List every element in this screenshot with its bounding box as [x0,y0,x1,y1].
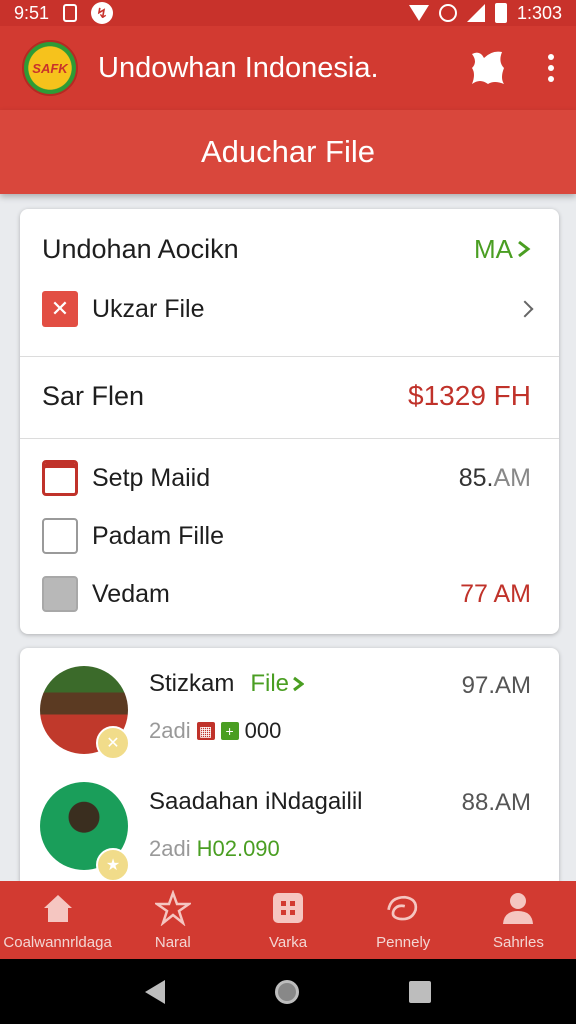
calendar-checkbox[interactable] [42,460,78,496]
recent-apps-icon[interactable] [409,980,431,1003]
person-icon [503,892,534,924]
battery-icon [494,3,507,23]
chevron-right-icon [518,240,531,258]
list-item[interactable]: Vedam 77 AM [20,575,559,613]
chat-subtitle: 2adi H02.090 [149,836,280,861]
alarm-icon [438,4,457,22]
item-time: 85.AM [458,463,531,492]
item-label: Padam Fille [92,521,224,550]
nav-item-varka[interactable]: Varka [230,881,345,959]
grid-icon [273,892,303,923]
file-row-label: Ukzar File [92,294,205,323]
chevron-right-icon [516,300,534,318]
chat-name: Stizkam [149,670,235,697]
nav-label: Coalwannrldaga [3,933,112,951]
bottom-nav: Coalwannrldaga Naral Varka Pennely Sahrl… [0,881,576,959]
list-item[interactable]: Padam Fille [20,517,559,555]
more-options-icon[interactable] [548,54,554,82]
list-item[interactable]: Setp Maiid 85.AM [20,459,559,497]
app-logo: SAFK [22,40,78,96]
checkbox[interactable] [42,518,78,554]
nav-label: Varka [268,933,308,951]
chat-name: Saadahan iNdagailil [149,788,363,815]
puzzle-icon[interactable] [468,48,508,88]
summary-row: Sar Flen $1329 FH [20,376,559,416]
status-time: 9:51 [14,2,50,23]
home-button-icon[interactable] [275,979,299,1004]
nav-item-home[interactable]: Coalwannrldaga [0,881,115,959]
app-bar: SAFK Undowhan Indonesia. [0,26,576,110]
star-badge-icon: ★ [96,848,130,882]
home-icon [43,894,72,922]
nav-label: Pennely [376,933,431,951]
sim-icon [63,4,78,22]
summary-value: $1329 FH [408,380,531,411]
nav-label: Naral [154,933,191,951]
swirl-icon [387,895,418,920]
chat-list: ✕ Stizkam File 97.AM 2adi ▦ + 000 ★ Saad… [20,648,559,888]
wifi-icon [408,5,429,21]
card-action-link[interactable]: MA [474,234,531,265]
nav-item-pennely[interactable]: Pennely [346,881,461,959]
star-icon [154,889,191,926]
chat-time: 97.AM [461,672,531,699]
back-icon[interactable] [145,979,165,1004]
card-title: Undohan Aocikn [42,233,239,264]
card-header: Undohan Aocikn MA [20,229,559,269]
item-label: Setp Maiid [92,463,211,492]
status-bar: 9:51 ↯ 1:303 [0,0,576,26]
divider [20,356,559,357]
star-badge-icon: ✕ [96,726,130,760]
flag-icon: ▦ [196,722,215,740]
item-time: 77 AM [460,579,531,608]
item-label: Vedam [92,579,170,608]
checkbox[interactable] [42,576,78,612]
file-row[interactable]: ✕ Ukzar File [20,289,559,329]
nav-label: Sahrles [492,933,544,951]
chevron-right-icon [293,676,305,692]
app-title: Undowhan Indonesia. [98,51,379,84]
signal-icon [466,4,485,22]
chat-time: 88.AM [461,789,531,816]
summary-label: Sar Flen [42,380,145,411]
nav-item-naral[interactable]: Naral [115,881,230,959]
divider [20,438,559,439]
file-card: Undohan Aocikn MA ✕ Ukzar File Sar Flen … [20,209,559,634]
chat-subtitle: 2adi ▦ + 000 [149,718,282,743]
card-action-label: MA [474,233,513,264]
plus-icon: + [220,722,239,740]
chat-tag[interactable]: File [250,670,305,698]
logo-text: SAFK [32,60,68,76]
system-nav-bar [0,959,576,1024]
close-icon: ✕ [42,291,78,327]
page-title: Aduchar File [0,110,576,194]
nav-item-profile[interactable]: Sahrles [461,881,576,959]
status-clock: 1:303 [516,2,562,23]
notification-icon: ↯ [91,2,114,24]
chat-name-row: Stizkam File [149,670,305,698]
